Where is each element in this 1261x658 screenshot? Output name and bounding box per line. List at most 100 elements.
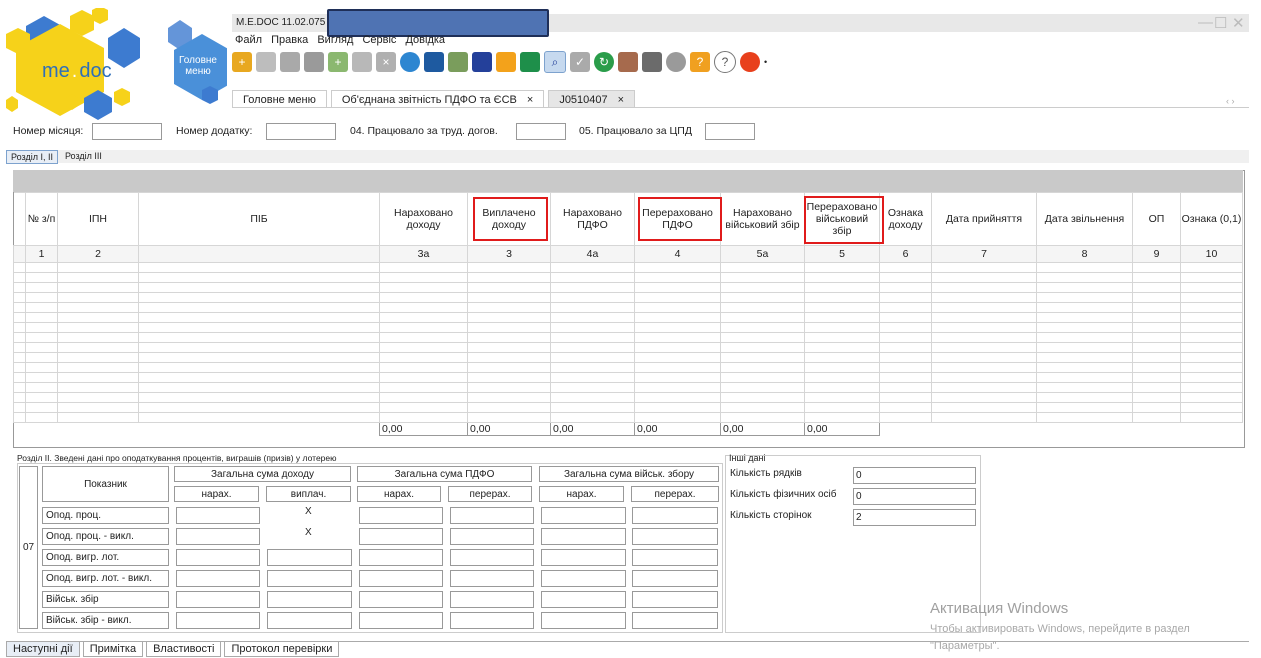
table-cell[interactable]: [804, 282, 880, 293]
table-cell[interactable]: [57, 272, 139, 283]
table-cell[interactable]: [804, 412, 880, 423]
section2-input[interactable]: [450, 591, 534, 608]
table-row[interactable]: [13, 412, 1243, 423]
section2-input[interactable]: [359, 570, 443, 587]
table-cell[interactable]: [1180, 372, 1243, 383]
close-tab-icon[interactable]: ×: [527, 94, 533, 106]
table-cell[interactable]: [1180, 282, 1243, 293]
table-cell[interactable]: [1132, 412, 1181, 423]
table-cell[interactable]: [25, 302, 58, 313]
delete-doc-icon[interactable]: ×: [376, 52, 396, 72]
check-icon[interactable]: ✓: [570, 52, 590, 72]
table-cell[interactable]: [1036, 352, 1133, 363]
table-cell[interactable]: [57, 372, 139, 383]
table-cell[interactable]: [57, 382, 139, 393]
table-row[interactable]: [13, 282, 1243, 293]
minimize-button[interactable]: —: [1198, 14, 1213, 31]
table-cell[interactable]: [379, 372, 468, 383]
table-cell[interactable]: [379, 342, 468, 353]
table-cell[interactable]: [57, 292, 139, 303]
table-row[interactable]: [13, 302, 1243, 313]
table-cell[interactable]: [57, 332, 139, 343]
section2-input[interactable]: [176, 549, 260, 566]
table-cell[interactable]: [804, 272, 880, 283]
table-cell[interactable]: [1180, 342, 1243, 353]
subtab-section-1-2[interactable]: Розділ І, ІІ: [6, 150, 58, 164]
table-cell[interactable]: [931, 332, 1037, 343]
table-cell[interactable]: [804, 292, 880, 303]
table-cell[interactable]: [1132, 272, 1181, 283]
table-cell[interactable]: [1180, 322, 1243, 333]
section2-input[interactable]: [267, 612, 352, 629]
table-cell[interactable]: [25, 382, 58, 393]
table-cell[interactable]: [634, 392, 721, 403]
persons-count-input[interactable]: 0: [853, 488, 976, 505]
search-doc-icon[interactable]: [352, 52, 372, 72]
table-cell[interactable]: [13, 312, 26, 323]
table-cell[interactable]: [1036, 262, 1133, 273]
table-cell[interactable]: [879, 402, 932, 413]
table-cell[interactable]: [1180, 382, 1243, 393]
table-cell[interactable]: [379, 312, 468, 323]
table-cell[interactable]: [804, 342, 880, 353]
table-cell[interactable]: [1180, 262, 1243, 273]
section2-input[interactable]: [632, 507, 718, 524]
table-cell[interactable]: [1180, 352, 1243, 363]
section2-input[interactable]: [541, 570, 626, 587]
table-cell[interactable]: [1036, 362, 1133, 373]
table-cell[interactable]: [57, 262, 139, 273]
table-cell[interactable]: [467, 372, 551, 383]
table-cell[interactable]: [804, 352, 880, 363]
table-cell[interactable]: [1180, 412, 1243, 423]
table-cell[interactable]: [1180, 272, 1243, 283]
table-cell[interactable]: [138, 272, 380, 283]
archive-icon[interactable]: [618, 52, 638, 72]
table-cell[interactable]: [931, 372, 1037, 383]
table-cell[interactable]: [57, 402, 139, 413]
table-cell[interactable]: [1036, 312, 1133, 323]
table-cell[interactable]: [550, 372, 635, 383]
table-cell[interactable]: [138, 282, 380, 293]
menu-view[interactable]: Вигляд: [317, 34, 353, 46]
table-cell[interactable]: [25, 392, 58, 403]
section2-input[interactable]: [541, 591, 626, 608]
table-cell[interactable]: [57, 282, 139, 293]
table-row[interactable]: [13, 292, 1243, 303]
table-cell[interactable]: [1036, 322, 1133, 333]
table-cell[interactable]: [379, 412, 468, 423]
table-cell[interactable]: [1132, 322, 1181, 333]
table-row[interactable]: [13, 312, 1243, 323]
settings-icon[interactable]: [666, 52, 686, 72]
table-cell[interactable]: [720, 282, 805, 293]
table-row[interactable]: [13, 322, 1243, 333]
table-cell[interactable]: [138, 362, 380, 373]
table-cell[interactable]: [467, 362, 551, 373]
table-cell[interactable]: [13, 382, 26, 393]
table-cell[interactable]: [634, 282, 721, 293]
table-cell[interactable]: [467, 342, 551, 353]
sign-icon[interactable]: [448, 52, 468, 72]
table-cell[interactable]: [634, 292, 721, 303]
table-cell[interactable]: [879, 292, 932, 303]
table-cell[interactable]: [550, 282, 635, 293]
table-cell[interactable]: [879, 392, 932, 403]
stamp-icon[interactable]: [520, 52, 540, 72]
table-cell[interactable]: [467, 322, 551, 333]
table-cell[interactable]: [25, 312, 58, 323]
table-cell[interactable]: [467, 402, 551, 413]
section2-input[interactable]: [450, 549, 534, 566]
table-cell[interactable]: [467, 302, 551, 313]
table-cell[interactable]: [13, 392, 26, 403]
table-cell[interactable]: [1036, 332, 1133, 343]
table-cell[interactable]: [804, 362, 880, 373]
table-cell[interactable]: [1132, 312, 1181, 323]
table-cell[interactable]: [879, 272, 932, 283]
tab-note[interactable]: Примітка: [82, 642, 144, 657]
table-cell[interactable]: [804, 372, 880, 383]
table-cell[interactable]: [1180, 302, 1243, 313]
table-cell[interactable]: [634, 302, 721, 313]
table-cell[interactable]: [379, 282, 468, 293]
section2-input[interactable]: [632, 549, 718, 566]
section2-input[interactable]: [176, 570, 260, 587]
section2-input[interactable]: [267, 591, 352, 608]
